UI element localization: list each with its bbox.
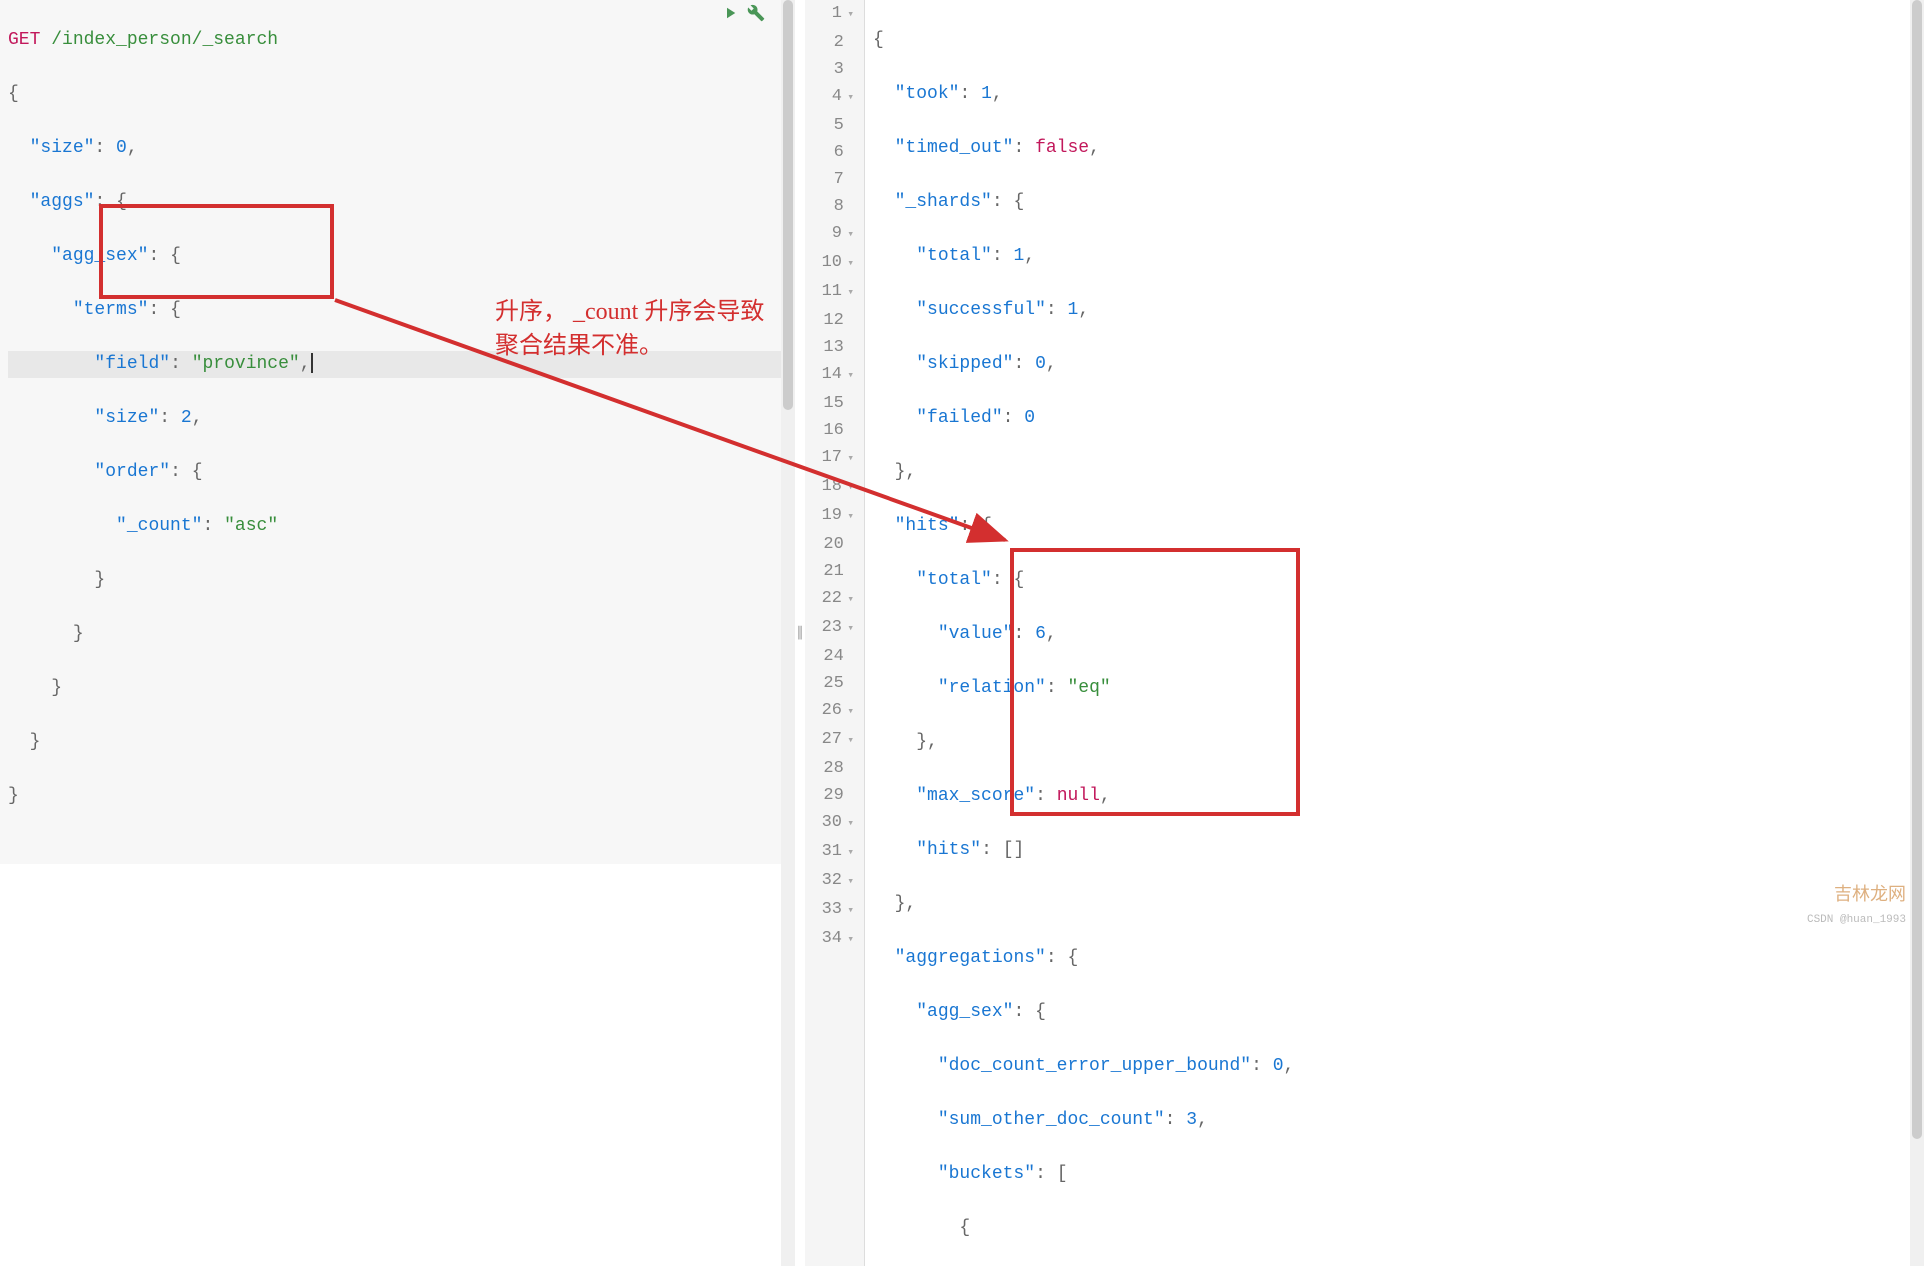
request-code[interactable]: GET /index_person/_search { "size": 0, "… [0, 0, 795, 864]
left-scrollbar[interactable] [781, 0, 795, 1266]
divider-handle-icon: ∥ [797, 625, 804, 642]
run-icon[interactable] [721, 4, 739, 29]
empty-editor-space [0, 864, 795, 1266]
watermark-main: 吉林龙网 [1834, 880, 1906, 906]
text-cursor [311, 353, 313, 373]
http-method: GET [8, 30, 40, 50]
right-scrollbar[interactable] [1910, 0, 1924, 1266]
wrench-icon[interactable] [747, 4, 765, 29]
response-code[interactable]: { "took": 1, "timed_out": false, "_shard… [865, 0, 1924, 1266]
request-editor-pane: GET /index_person/_search { "size": 0, "… [0, 0, 795, 1266]
left-scrollbar-thumb[interactable] [783, 0, 793, 410]
right-scrollbar-thumb[interactable] [1912, 0, 1922, 1139]
pane-divider[interactable]: ∥ [795, 0, 805, 1266]
watermark-sub: CSDN @huan_1993 [1807, 914, 1906, 926]
line-number-gutter: 1▾ 2 3 4▾ 5 6 7 8 9▾ 10▾ 11▾ 12 13 14▾ 1… [805, 0, 865, 1266]
request-toolbar [721, 4, 765, 29]
request-code-container: GET /index_person/_search { "size": 0, "… [0, 0, 795, 864]
request-path: /index_person/_search [51, 30, 278, 50]
annotation-text: 升序， _count 升序会导致 聚合结果不准。 [495, 296, 764, 363]
response-pane: 1▾ 2 3 4▾ 5 6 7 8 9▾ 10▾ 11▾ 12 13 14▾ 1… [805, 0, 1924, 1266]
